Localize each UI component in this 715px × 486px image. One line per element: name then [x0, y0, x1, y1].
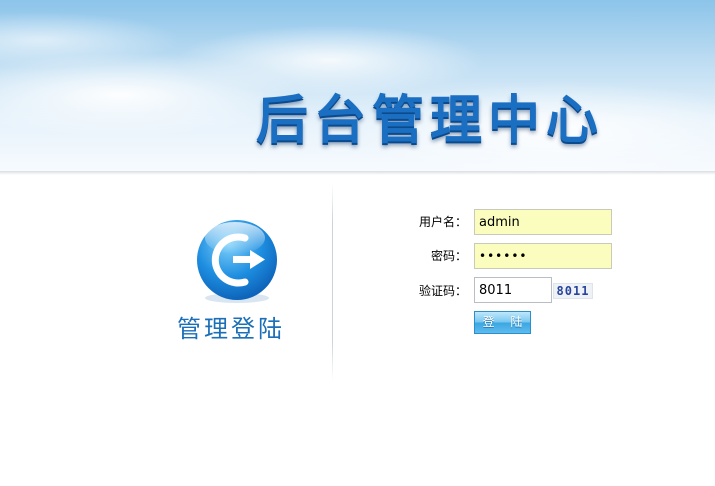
- password-input[interactable]: ••••••: [474, 243, 612, 269]
- system-title: 后台管理中心: [256, 91, 605, 151]
- username-label: 用户名：: [418, 215, 467, 229]
- login-arrow-icon: [195, 218, 279, 304]
- password-label: 密码：: [430, 249, 467, 263]
- captcha-image[interactable]: 8011: [553, 283, 593, 299]
- captcha-label: 验证码：: [418, 284, 467, 298]
- captcha-input[interactable]: [474, 277, 552, 303]
- header-divider: [0, 171, 715, 175]
- username-input[interactable]: [474, 209, 612, 235]
- login-button[interactable]: 登 陆: [474, 311, 531, 334]
- vertical-divider: [332, 183, 333, 381]
- login-caption: 管理登陆: [177, 315, 285, 343]
